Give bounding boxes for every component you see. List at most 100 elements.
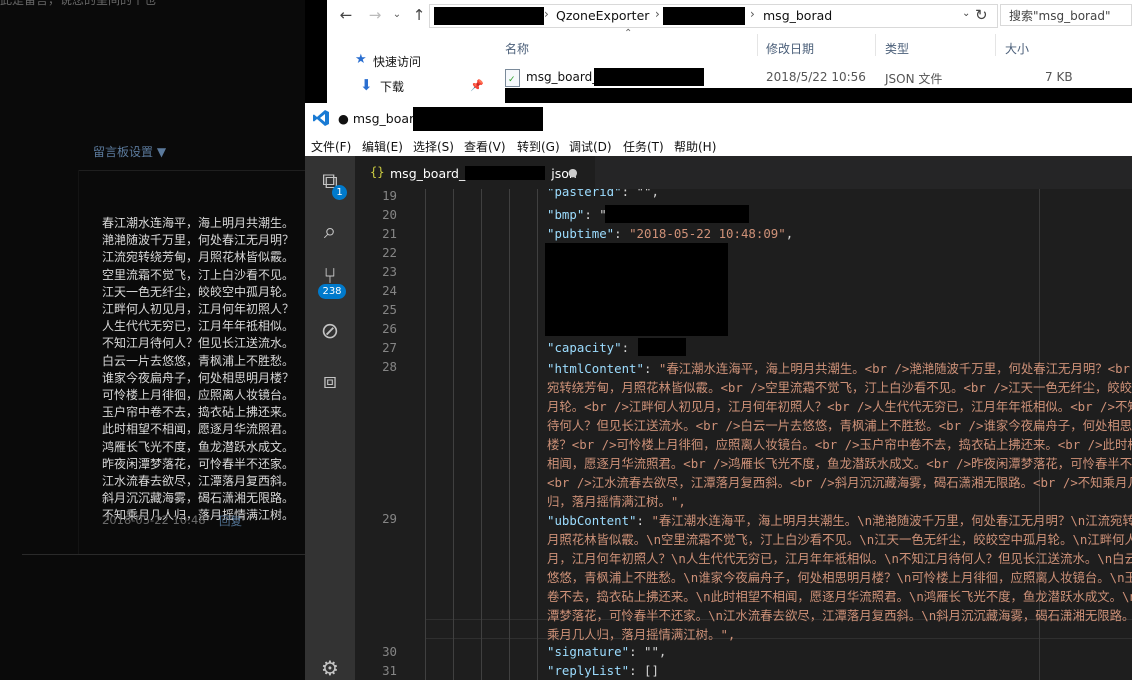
debug-icon[interactable]: ⊘ bbox=[318, 320, 342, 344]
quick-access-item[interactable]: 快速访问 bbox=[373, 53, 421, 70]
settings-gear-icon[interactable]: ⚙ bbox=[318, 656, 342, 680]
title-bar: ● msg_board bbox=[305, 103, 1132, 135]
column-divider[interactable] bbox=[757, 34, 758, 56]
file-explorer-window: ← → ⌄ ↑ › QzoneExporter › › msg_borad ⌄ … bbox=[327, 0, 1132, 110]
explorer-nav-bar: ← → ⌄ ↑ › QzoneExporter › › msg_borad ⌄ … bbox=[327, 0, 1132, 31]
indent-guide bbox=[453, 189, 454, 680]
menu-edit[interactable]: 编辑(E) bbox=[362, 138, 403, 155]
column-divider[interactable] bbox=[875, 34, 876, 56]
page-top-text: 此是留言，说您的呈间的个也 bbox=[0, 0, 157, 7]
code-wrap-line: 相闻，愿逐月华流照君。<br />鸿雁长飞光不度，鱼龙潜跃水成文。<br />昨… bbox=[547, 456, 1132, 471]
column-modified-header[interactable]: 修改日期 bbox=[766, 40, 814, 57]
file-modified: 2018/5/22 10:56 bbox=[766, 70, 866, 84]
json-punct: : bbox=[643, 361, 659, 376]
reply-link[interactable]: 回复 bbox=[219, 513, 242, 529]
pin-icon[interactable]: 📌 bbox=[470, 79, 484, 92]
search-input[interactable]: 搜索"msg_borad" bbox=[1000, 4, 1132, 26]
line-number: 21 bbox=[382, 226, 397, 241]
line-number: 29 bbox=[382, 511, 397, 526]
line-number: 22 bbox=[382, 245, 397, 260]
check-icon: ✓ bbox=[508, 75, 516, 85]
column-name-header[interactable]: 名称 bbox=[505, 40, 529, 57]
redacted-block bbox=[545, 243, 728, 336]
poem-line: 昨夜闲潭梦落花，可怜春半不还家。 bbox=[102, 456, 295, 471]
line-number: 26 bbox=[382, 321, 397, 336]
json-key: "ubbContent" bbox=[547, 513, 637, 528]
unsaved-dot-icon[interactable]: ● bbox=[568, 166, 578, 179]
chevron-right-icon[interactable]: › bbox=[544, 7, 549, 21]
menu-goto[interactable]: 转到(G) bbox=[517, 138, 560, 155]
menu-file[interactable]: 文件(F) bbox=[311, 138, 351, 155]
redacted-value bbox=[638, 338, 686, 356]
menu-tasks[interactable]: 任务(T) bbox=[623, 138, 664, 155]
extensions-icon[interactable]: ⧈ bbox=[318, 370, 342, 394]
menu-debug[interactable]: 调试(D) bbox=[569, 138, 612, 155]
window-title: ● msg_board bbox=[338, 111, 422, 126]
column-size-header[interactable]: 大小 bbox=[1005, 40, 1029, 57]
downloads-item[interactable]: 下载 bbox=[380, 78, 404, 95]
explorer-badge: 1 bbox=[332, 185, 347, 200]
code-wrap-line: 卷不去，捣衣砧上拂还来。\n此时相望不相闻，愿逐月华流照君。\n鸿雁长飞光不度，… bbox=[547, 589, 1132, 604]
json-key: "signature" bbox=[547, 644, 630, 659]
menu-help[interactable]: 帮助(H) bbox=[674, 138, 716, 155]
redacted-path bbox=[663, 7, 745, 25]
code-wrap-line: 月照花林皆似霰。\n空里流霜不觉飞，汀上白沙看不见。\n江天一色无纤尘，皎皎空中… bbox=[547, 532, 1132, 547]
recent-dropdown-icon[interactable]: ⌄ bbox=[389, 6, 405, 24]
menu-view[interactable]: 查看(V) bbox=[464, 138, 506, 155]
json-punct: , bbox=[785, 226, 794, 241]
poem-line: 鸿雁长飞光不度，鱼龙潜跃水成文。 bbox=[102, 439, 295, 454]
source-control-badge: 238 bbox=[318, 284, 346, 299]
code-line: "replyList": [] bbox=[547, 663, 659, 678]
address-bar[interactable]: › QzoneExporter › › msg_borad ⌄ ↻ bbox=[429, 4, 998, 28]
message-timestamp: 2018-05-22 10:48 bbox=[102, 513, 206, 527]
json-string: "2018-05-22 10:48:09" bbox=[629, 226, 786, 241]
poem-line: 滟滟随波千万里，何处春江无月明？ bbox=[102, 233, 295, 248]
address-dropdown-icon[interactable]: ⌄ bbox=[962, 8, 970, 19]
line-number: 23 bbox=[382, 264, 397, 279]
menu-selection[interactable]: 选择(S) bbox=[413, 138, 454, 155]
code-line: "pubtime": "2018-05-22 10:48:09", bbox=[547, 226, 793, 241]
line-number: 31 bbox=[382, 663, 397, 678]
tab-label: msg_board_ json bbox=[390, 166, 577, 181]
json-punct: : " bbox=[584, 207, 607, 222]
code-line: "signature": "", bbox=[547, 644, 666, 659]
poem-line: 江流宛转绕芳甸，月照花林皆似霰。 bbox=[102, 250, 295, 265]
search-icon[interactable]: ⌕ bbox=[318, 220, 342, 244]
poem-line: 空里流霜不觉飞，汀上白沙看不见。 bbox=[102, 267, 295, 282]
tab-filename: msg_board_ bbox=[390, 166, 466, 181]
code-editor[interactable]: 19 20 21 22 23 24 25 26 27 28 29 30 31 "… bbox=[355, 189, 1132, 680]
breadcrumb-qzoneexporter[interactable]: QzoneExporter bbox=[556, 8, 649, 23]
code-wrap-line: 待何人？但见长江送流水。<br />白云一片去悠悠，青枫浦上不胜愁。<br />… bbox=[547, 418, 1132, 433]
code-wrap-line: 归，落月摇情满江树。", bbox=[547, 494, 686, 509]
poem-line: 白云一片去悠悠，青枫浦上不胜愁。 bbox=[102, 353, 295, 368]
back-arrow-icon[interactable]: ← bbox=[338, 6, 354, 24]
indent-guide bbox=[481, 189, 482, 680]
chevron-right-icon[interactable]: › bbox=[655, 7, 660, 21]
json-string: "春江潮水连海平，海上明月共潮生。\n滟滟随波千万里，何处春江无月明？\n江流宛… bbox=[651, 513, 1132, 528]
json-punct: : bbox=[614, 226, 630, 241]
code-wrap-line: 潭梦落花，可怜春半不还家。\n江水流春去欲尽，江潭落月复西斜。\n斜月沉沉藏海雾… bbox=[547, 608, 1132, 623]
refresh-icon[interactable]: ↻ bbox=[975, 6, 988, 24]
json-punct: : "", bbox=[621, 189, 659, 199]
line-number: 25 bbox=[382, 302, 397, 317]
divider bbox=[78, 170, 79, 554]
up-arrow-icon[interactable]: ↑ bbox=[411, 6, 427, 24]
line-number: 19 bbox=[382, 189, 397, 203]
column-type-header[interactable]: 类型 bbox=[885, 40, 909, 57]
chevron-right-icon[interactable]: › bbox=[750, 7, 755, 21]
forward-arrow-icon[interactable]: → bbox=[367, 6, 383, 24]
message-board-settings-link[interactable]: 留言板设置 ▼ bbox=[93, 143, 166, 160]
json-punct: : bbox=[621, 340, 630, 355]
line-number: 24 bbox=[382, 283, 397, 298]
message-content: 春江潮水连海平，海上明月共潮生。 滟滟随波千万里，何处春江无月明？ 江流宛转绕芳… bbox=[102, 215, 302, 525]
file-name[interactable]: msg_board_ bbox=[526, 70, 598, 84]
indent-guide bbox=[425, 189, 426, 680]
download-icon: ⬇ bbox=[360, 76, 373, 94]
code-line: "capacity": bbox=[547, 340, 629, 355]
code-wrap-line: 楼？<br />可怜楼上月徘徊，应照离人妆镜台。<br />玉户帘中卷不去，捣衣… bbox=[547, 437, 1132, 452]
column-divider[interactable] bbox=[995, 34, 996, 56]
sort-ascending-icon: ⌃ bbox=[624, 28, 633, 39]
breadcrumb-msg-borad[interactable]: msg_borad bbox=[763, 8, 832, 23]
file-size: 7 KB bbox=[1045, 70, 1073, 84]
vscode-window: ● msg_board 文件(F) 编辑(E) 选择(S) 查看(V) 转到(G… bbox=[305, 103, 1132, 680]
